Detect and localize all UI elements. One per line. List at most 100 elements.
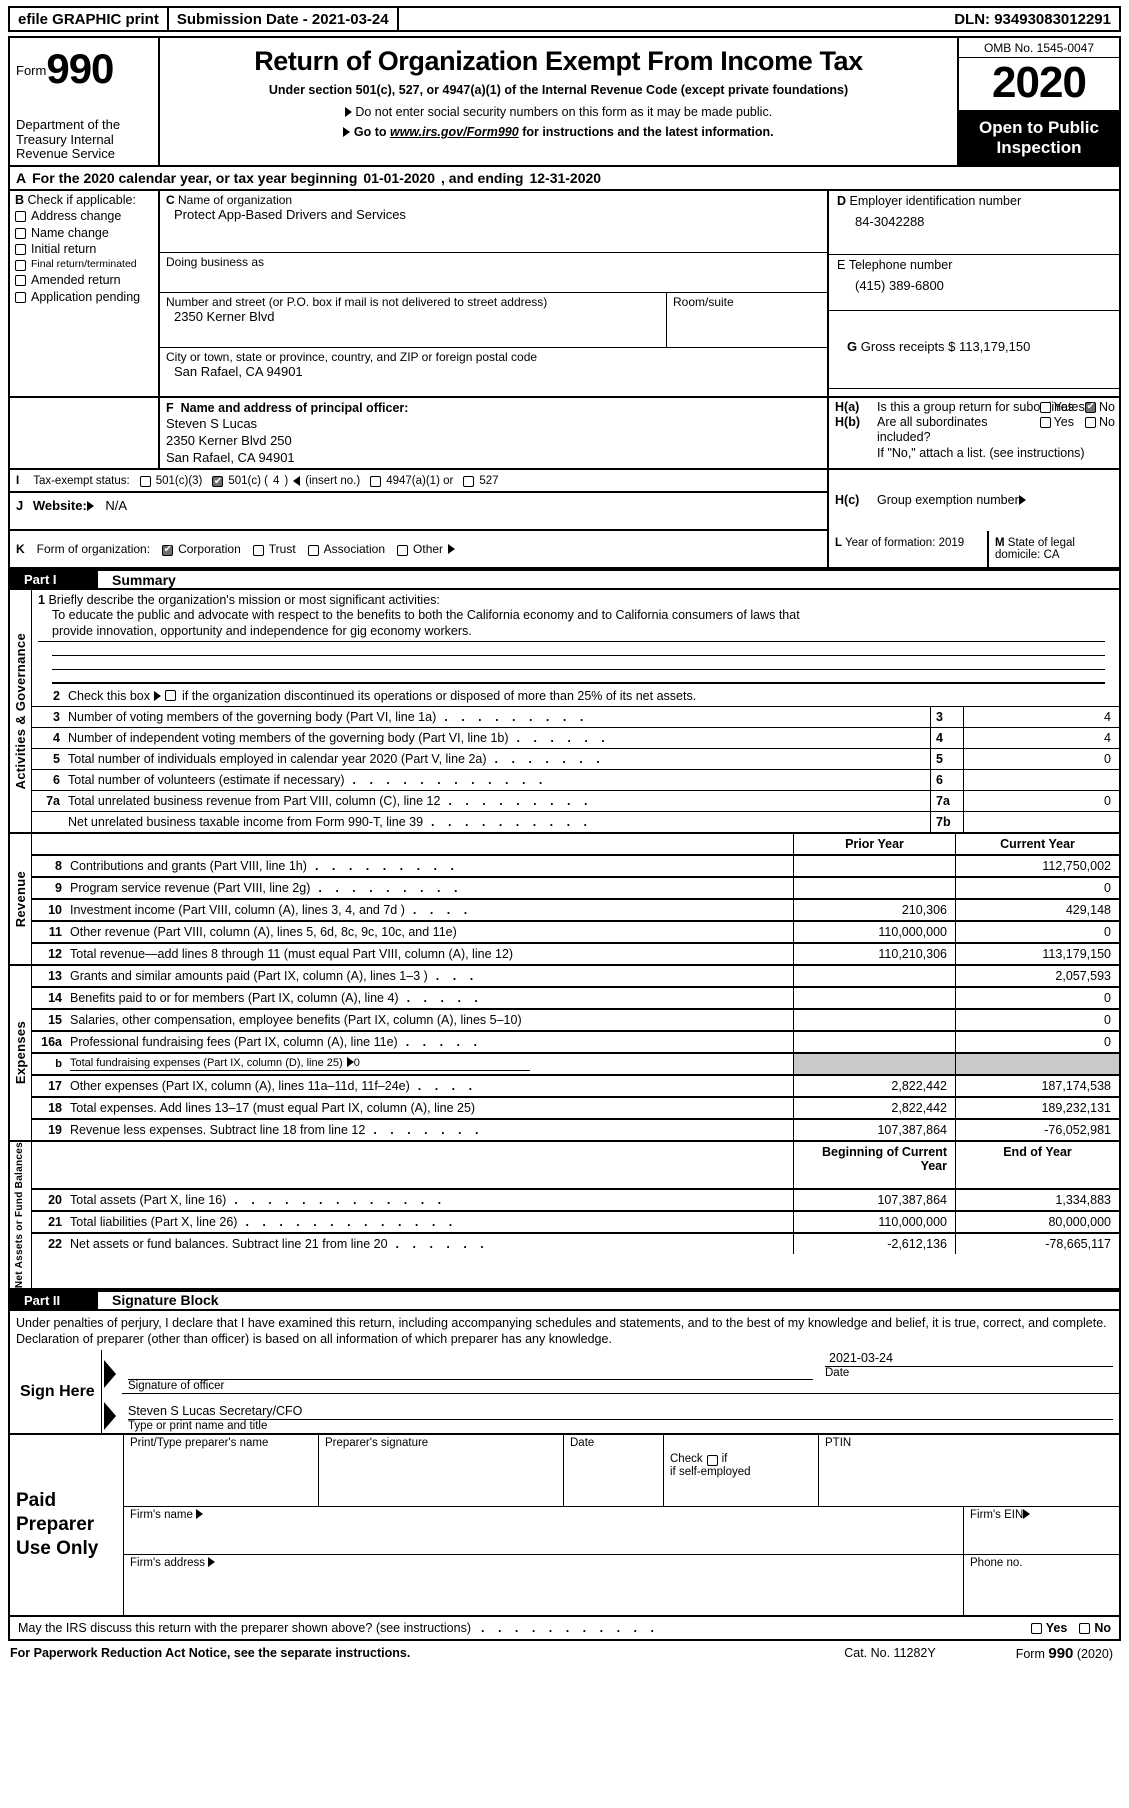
preparer-signature-field[interactable]: Preparer's signature	[319, 1434, 564, 1506]
signature-date-field[interactable]: 2021-03-24 Date	[819, 1350, 1119, 1393]
line14-row: 14 Benefits paid to or for members (Part …	[32, 985, 1119, 1008]
org-name-label: C Name of organization	[166, 193, 821, 207]
checkbox-initial-return[interactable]: Initial return	[15, 242, 153, 256]
status-527-checkbox-icon[interactable]	[463, 476, 475, 488]
preparer-date-label: Date	[570, 1436, 595, 1449]
officer-signature-field[interactable]: Signature of officer	[122, 1350, 819, 1393]
line3-number: 3	[53, 709, 60, 724]
line7b-dots: . . . . . . . . . .	[431, 814, 593, 829]
self-employed-check-field[interactable]: Check if if self-employed	[664, 1434, 819, 1506]
line5-number: 5	[53, 751, 60, 766]
line18-current-value: 189,232,131	[1041, 1100, 1111, 1115]
final-return-checkbox-icon[interactable]	[15, 260, 26, 272]
dba-label: Doing business as	[166, 255, 265, 270]
line6-number: 6	[53, 772, 60, 787]
line22-text: Net assets or fund balances. Subtract li…	[70, 1236, 388, 1251]
open-to-public-badge: Open to Public Inspection	[959, 112, 1119, 166]
status-501c4-checkbox-icon[interactable]	[212, 475, 224, 488]
instruction-bullet-1-text: Do not enter social security numbers on …	[355, 105, 773, 119]
prior-year-header: Prior Year	[793, 833, 956, 854]
insert-no-note: (insert no.)	[305, 474, 361, 487]
checkbox-application-pending[interactable]: Application pending	[15, 290, 153, 304]
amended-return-checkbox-icon[interactable]	[15, 275, 26, 287]
officer-signature-line[interactable]	[128, 1364, 813, 1380]
masthead-right: OMB No. 1545-0047 2020 Open to Public In…	[959, 38, 1119, 166]
firm-name-triangle-icon	[196, 1508, 204, 1519]
status-option-4947[interactable]: 4947(a)(1) or	[370, 474, 453, 488]
name-change-checkbox-icon[interactable]	[15, 227, 26, 239]
checkbox-final-return[interactable]: Final return/terminated	[15, 258, 153, 272]
preparer-name-field[interactable]: Print/Type preparer's name	[124, 1434, 319, 1506]
line22-begin-value: -2,612,136	[793, 1233, 956, 1254]
firm-address-triangle-icon	[208, 1556, 216, 1567]
status-501c3-checkbox-icon[interactable]	[139, 476, 151, 488]
signature-fields: Signature of officer 2021-03-24 Date Ste…	[122, 1350, 1119, 1433]
self-employed-checkline[interactable]: Check if	[670, 1453, 812, 1466]
instruction-bullet-1: Do not enter social security numbers on …	[166, 105, 951, 119]
expenses-tab: Expenses	[10, 965, 32, 1140]
association-checkbox-icon[interactable]	[307, 544, 319, 556]
status-option-501c4[interactable]: 501(c) ( 4 ) (insert no.)	[212, 474, 361, 488]
initial-return-checkbox-icon[interactable]	[15, 244, 26, 256]
org-option-corporation[interactable]: Corporation	[162, 542, 241, 556]
status-option-501c3[interactable]: 501(c)(3)	[139, 474, 202, 488]
final-return-label: Final return/terminated	[31, 258, 137, 271]
line11-text-cell: 11 Other revenue (Part VIII, column (A), …	[32, 922, 793, 942]
preparer-name-label: Print/Type preparer's name	[130, 1436, 269, 1449]
principal-officer-block: F Name and address of principal officer:…	[160, 398, 829, 469]
irs-discuss-yes-checkbox-icon[interactable]	[1030, 1623, 1042, 1635]
ptin-field[interactable]: PTIN	[819, 1435, 1119, 1506]
irs-discuss-answers[interactable]: Yes No	[1030, 1621, 1111, 1635]
firm-phone-field[interactable]: Phone no.	[964, 1555, 1119, 1615]
signature-date-line[interactable]: 2021-03-24	[825, 1351, 1113, 1367]
tax-year-row: A For the 2020 calendar year, or tax yea…	[8, 165, 1121, 192]
line16b-text: Total fundraising expenses (Part IX, col…	[70, 1056, 343, 1069]
form-footer: For Paperwork Reduction Act Notice, see …	[8, 1641, 1121, 1664]
line3-key: 3	[930, 706, 964, 727]
checkbox-name-change[interactable]: Name change	[15, 226, 153, 240]
trust-checkbox-icon[interactable]	[252, 544, 264, 556]
line19-text: Revenue less expenses. Subtract line 18 …	[70, 1122, 366, 1137]
initial-return-label: Initial return	[31, 242, 97, 257]
irs-form990-link[interactable]: www.irs.gov/Form990	[390, 125, 519, 139]
firm-name-field[interactable]: Firm's name	[124, 1506, 964, 1554]
telephone-block: E Telephone number (415) 389-6800	[829, 255, 1119, 312]
ha-yes-no[interactable]: Yes No	[1039, 400, 1115, 414]
beginning-of-year-header: Beginning of Current Year	[793, 1141, 956, 1188]
checkbox-address-change[interactable]: Address change	[15, 209, 153, 223]
self-employed-checkbox-icon[interactable]	[706, 1454, 718, 1466]
group-return-block: H(a) Is this a group return for subordin…	[829, 398, 1119, 468]
line16a-text: Professional fundraising fees (Part IX, …	[70, 1034, 398, 1049]
form-subtitle: Under section 501(c), 527, or 4947(a)(1)…	[268, 83, 849, 97]
ha-no-checkbox-icon[interactable]	[1085, 400, 1097, 413]
hb-yes-no[interactable]: Yes No	[1039, 415, 1115, 429]
org-option-trust[interactable]: Trust	[252, 542, 296, 557]
line1-label-row: 1 Briefly describe the organization's mi…	[38, 593, 1111, 607]
revenue-tab-label: Revenue	[13, 870, 28, 927]
firm-ein-field[interactable]: Firm's EIN	[964, 1507, 1119, 1554]
status-option-527[interactable]: 527	[463, 474, 499, 488]
application-pending-checkbox-icon[interactable]	[15, 291, 26, 303]
hb-no-checkbox-icon[interactable]	[1085, 416, 1097, 428]
line3-dots: . . . . . . . . .	[444, 709, 589, 724]
address-change-checkbox-icon[interactable]	[15, 211, 26, 223]
org-option-other[interactable]: Other	[397, 542, 456, 556]
ha-yes-checkbox-icon[interactable]	[1039, 401, 1051, 413]
corporation-checkbox-icon[interactable]	[162, 543, 174, 556]
checkbox-amended-return[interactable]: Amended return	[15, 273, 153, 287]
line9-dots: . . . . . . . . .	[318, 880, 463, 895]
officer-and-group-return-block: F Name and address of principal officer:…	[8, 398, 1121, 471]
line16a-prior-value	[793, 1031, 956, 1052]
line13-prior-value	[793, 965, 956, 986]
trust-label: Trust	[268, 542, 296, 557]
org-option-association[interactable]: Association	[307, 542, 385, 556]
hb-yes-checkbox-icon[interactable]	[1039, 416, 1051, 428]
status-4947-checkbox-icon[interactable]	[370, 476, 382, 488]
catalog-number: Cat. No. 11282Y	[844, 1646, 936, 1661]
irs-discuss-no-checkbox-icon[interactable]	[1079, 1623, 1091, 1635]
preparer-date-field[interactable]: Date	[564, 1434, 664, 1506]
line2-checkbox-icon[interactable]	[164, 690, 176, 702]
other-checkbox-icon[interactable]	[397, 544, 409, 556]
firm-address-field[interactable]: Firm's address	[124, 1554, 964, 1615]
line20-text-cell: 20 Total assets (Part X, line 16) . . . . …	[32, 1190, 793, 1210]
